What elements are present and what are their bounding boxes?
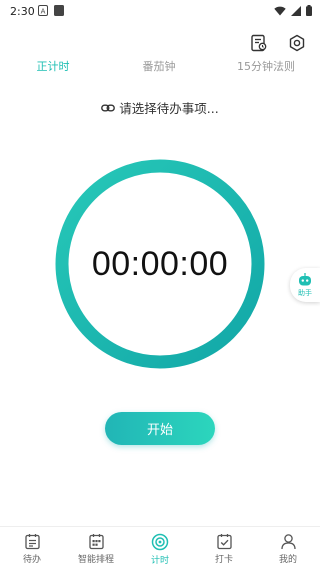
top-actions — [248, 32, 308, 54]
nav-smart-schedule-label: 智能排程 — [77, 555, 114, 565]
nav-smart-schedule[interactable]: 智能排程 — [64, 533, 128, 565]
settings-icon — [289, 34, 305, 52]
calendar-icon — [88, 534, 104, 550]
nav-profile-label: 我的 — [278, 555, 297, 565]
link-icon — [101, 104, 116, 111]
nav-checkin-label: 打卡 — [214, 555, 233, 565]
assistant-button[interactable]: 助手 — [290, 268, 320, 302]
notification-square-icon — [54, 5, 64, 16]
nav-checkin[interactable]: 打卡 — [192, 533, 256, 565]
nav-profile[interactable]: 我的 — [256, 533, 320, 565]
nav-timer[interactable]: 计时 — [128, 533, 192, 566]
timer-display: 00:00:00 — [91, 244, 229, 283]
start-button[interactable]: 开始 — [105, 412, 215, 445]
nav-timer-label: 计时 — [150, 556, 169, 566]
wifi-icon — [274, 6, 286, 15]
tab-pomodoro[interactable]: 番茄钟 — [143, 58, 176, 74]
status-notification-icons: A — [38, 5, 64, 16]
task-select-label: 请选择待办事项... — [119, 101, 219, 116]
robot-icon — [299, 272, 311, 285]
profile-icon — [280, 534, 296, 550]
bottom-nav: 待办 智能排程 计时 打卡 我的 — [0, 526, 320, 570]
assistant-label: 助手 — [298, 288, 312, 297]
nav-todo[interactable]: 待办 — [0, 533, 64, 565]
records-icon — [251, 34, 267, 52]
tab-15-minute-rule[interactable]: 15分钟法则 — [237, 58, 295, 74]
timer-ring: 00:00:00 — [54, 158, 266, 370]
records-button[interactable] — [248, 32, 270, 54]
status-time: 2:30 — [10, 5, 35, 18]
status-bar: 2:30 A — [0, 0, 320, 24]
timer-icon — [151, 533, 169, 551]
tab-count-up[interactable]: 正计时 — [37, 58, 70, 74]
notification-a-icon: A — [38, 5, 48, 16]
cellular-signal-icon — [291, 5, 301, 16]
nav-todo-label: 待办 — [22, 555, 41, 565]
battery-icon — [306, 5, 312, 16]
checkin-icon — [216, 534, 232, 550]
settings-button[interactable] — [286, 32, 308, 54]
task-select[interactable]: 请选择待办事项... — [0, 98, 320, 117]
status-system-icons — [274, 5, 312, 16]
svg-text:A: A — [41, 8, 46, 16]
todo-icon — [24, 534, 40, 550]
timer-mode-tabs: 正计时 番茄钟 15分钟法则 — [0, 58, 320, 78]
